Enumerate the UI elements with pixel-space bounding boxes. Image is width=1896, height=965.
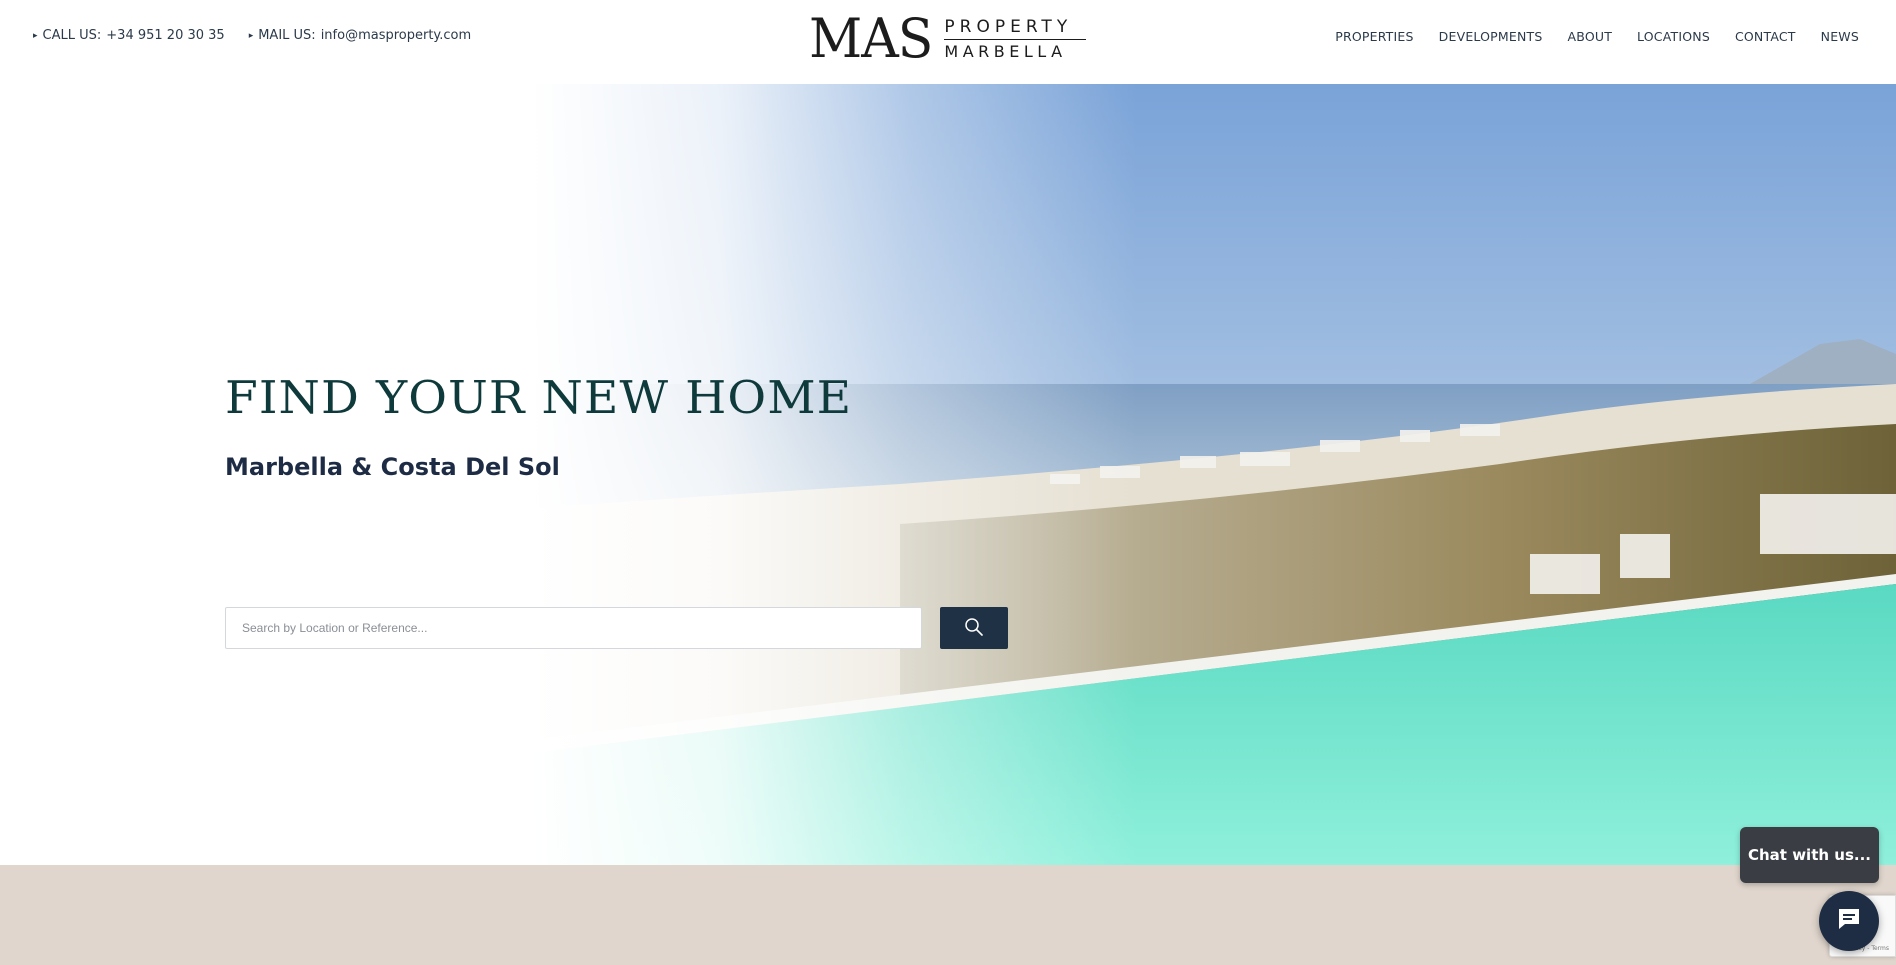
chat-launcher-button[interactable] — [1819, 891, 1879, 951]
mail-us-address[interactable]: info@masproperty.com — [321, 28, 471, 43]
call-us[interactable]: ▸ CALL US: +34 951 20 30 35 — [33, 28, 225, 43]
search-icon — [964, 617, 984, 640]
nav-item-contact[interactable]: CONTACT — [1735, 29, 1796, 44]
main-nav: PROPERTIES DEVELOPMENTS ABOUT LOCATIONS … — [1335, 29, 1859, 44]
hero-title: FIND YOUR NEW HOME — [225, 371, 853, 424]
search-input[interactable] — [225, 607, 922, 649]
nav-item-properties[interactable]: PROPERTIES — [1335, 29, 1413, 44]
call-us-label: CALL US: — [42, 28, 102, 43]
site-logo[interactable]: MAS PROPERTY MARBELLA — [809, 7, 1087, 71]
chat-prompt-bubble[interactable]: Chat with us... — [1740, 827, 1879, 883]
mail-us[interactable]: ▸ MAIL US: info@masproperty.com — [249, 28, 471, 43]
search-button[interactable] — [940, 607, 1008, 649]
arrow-icon: ▸ — [33, 30, 38, 41]
nav-item-news[interactable]: NEWS — [1821, 29, 1859, 44]
contact-bar: ▸ CALL US: +34 951 20 30 35 ▸ MAIL US: i… — [33, 28, 471, 43]
nav-item-about[interactable]: ABOUT — [1568, 29, 1613, 44]
arrow-icon: ▸ — [248, 30, 254, 41]
nav-item-developments[interactable]: DEVELOPMENTS — [1439, 29, 1543, 44]
search-form — [225, 607, 1008, 649]
logo-divider — [944, 39, 1087, 40]
logo-word-marbella: MARBELLA — [944, 42, 1067, 61]
logo-word-property: PROPERTY — [944, 17, 1073, 37]
mail-us-label: MAIL US: — [258, 28, 316, 43]
site-header: ▸ CALL US: +34 951 20 30 35 ▸ MAIL US: i… — [0, 0, 1896, 84]
logo-wordmark: PROPERTY MARBELLA — [944, 16, 1087, 62]
call-us-number[interactable]: +34 951 20 30 35 — [106, 28, 224, 43]
next-section-band — [0, 865, 1896, 965]
hero-content: FIND YOUR NEW HOME Marbella & Costa Del … — [225, 371, 1025, 649]
logo-mark: MAS — [809, 7, 933, 71]
chat-icon — [1835, 905, 1863, 938]
hero-section: FIND YOUR NEW HOME Marbella & Costa Del … — [0, 84, 1896, 865]
hero-subtitle: Marbella & Costa Del Sol — [225, 453, 560, 481]
nav-item-locations[interactable]: LOCATIONS — [1637, 29, 1710, 44]
